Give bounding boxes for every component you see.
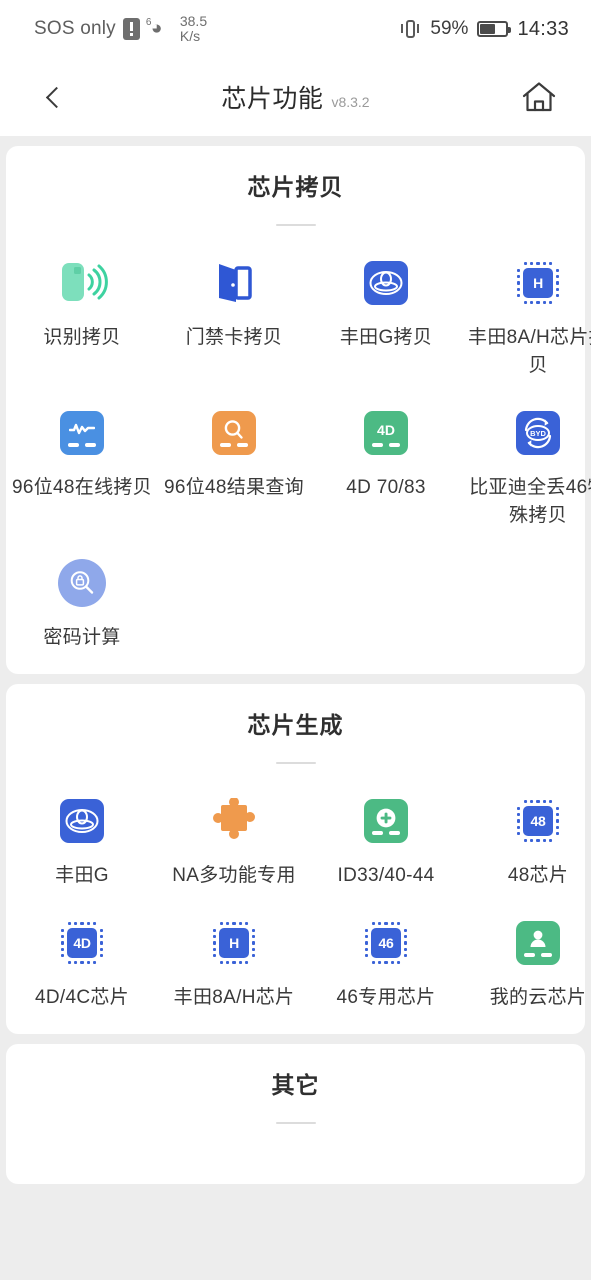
- chip-label: 48: [523, 806, 553, 836]
- toyota-logo-icon: [55, 794, 109, 848]
- grid-item-label: 4D 70/83: [346, 477, 426, 498]
- plus-card-icon: [359, 794, 413, 848]
- section-grid: 识别拷贝 门禁卡拷贝 丰田G拷贝 H 丰田8A/H芯片 贝 96位48在线拷贝 …: [6, 226, 591, 674]
- grid-item-label: 96位48在线拷贝: [12, 477, 152, 498]
- back-button[interactable]: [34, 77, 74, 117]
- section-card-chip-generate: 芯片生成 丰田G NA多功能专用 ID33/40-44 48 48芯片 4D 4…: [6, 684, 586, 1034]
- chip-label: H: [523, 268, 553, 298]
- carrier-label: SOS only: [34, 18, 116, 39]
- warning-icon: [122, 18, 140, 40]
- grid-item-label: 丰田G拷贝: [339, 327, 433, 348]
- puzzle-piece-icon: [207, 794, 261, 848]
- chevron-left-icon: [45, 86, 68, 108]
- lock-magnifier-icon: [55, 556, 109, 610]
- grid-item-label: ID33/40-44: [337, 865, 435, 886]
- status-bar-left: SOS only 6 ◕ 38.5 K/s: [34, 14, 207, 44]
- home-icon: [522, 82, 556, 112]
- key-fob-signal-icon: [55, 256, 109, 310]
- grid-item-label: 丰田G: [55, 865, 109, 886]
- grid-item-label: 46专用芯片: [336, 987, 436, 1008]
- open-door-icon: [207, 256, 261, 310]
- grid-item-na-multifunction[interactable]: NA多功能专用: [158, 782, 310, 890]
- grid-item-label: 48芯片: [507, 865, 569, 886]
- grid-item-id33-40-44[interactable]: ID33/40-44: [310, 782, 462, 890]
- grid-item-my-cloud-chip[interactable]: 我的云芯片: [462, 904, 591, 1012]
- byd-logo-icon: BYD: [511, 406, 565, 460]
- status-bar: SOS only 6 ◕ 38.5 K/s 59% 14:33: [0, 0, 591, 58]
- chip-46-icon: 46: [359, 916, 413, 970]
- battery-icon: [477, 21, 512, 37]
- chip-label: 4D: [67, 928, 97, 958]
- grid-item-identify-copy[interactable]: 识别拷贝: [6, 244, 158, 380]
- vibrate-wave-right: [417, 24, 420, 33]
- section-card-chip-copy: 芯片拷贝 识别拷贝 门禁卡拷贝 丰田G拷贝 H 丰田8A/H芯片 贝 96位48…: [6, 146, 591, 674]
- page-title: 芯片功能: [221, 85, 324, 113]
- chip-h-icon: H: [207, 916, 261, 970]
- grid-item-label: 我的云芯片: [489, 987, 587, 1008]
- grid-item-4d-4c-chip[interactable]: 4D 4D/4C芯片: [6, 904, 158, 1012]
- wifi-glyph: ◕: [150, 18, 163, 39]
- vibrate-wave-left: [401, 24, 404, 33]
- chip-label: 46: [371, 928, 401, 958]
- toyota-logo-icon: [359, 256, 413, 310]
- home-button[interactable]: [517, 75, 561, 119]
- grid-item-label: 丰田8A/H芯片拷贝: [468, 327, 591, 376]
- cloud-chip-person-icon: [511, 916, 565, 970]
- app-header: 芯片功能 v8.3.2: [0, 58, 591, 136]
- battery-percent-label: 59%: [430, 18, 469, 39]
- grid-item-toyota-g[interactable]: 丰田G: [6, 782, 158, 890]
- app-screen: SOS only 6 ◕ 38.5 K/s 59% 14:33 芯片功能 v8.…: [0, 0, 591, 1280]
- section-title: 芯片拷贝: [247, 174, 344, 200]
- chip-label: H: [219, 928, 249, 958]
- chip-h-icon: H: [511, 256, 565, 310]
- chip-48-icon: 48: [511, 794, 565, 848]
- section-title: 其它: [271, 1072, 320, 1098]
- grid-item-toyota-8ah-chip[interactable]: H 丰田8A/H芯片: [158, 904, 310, 1012]
- grid-item-label: 4D/4C芯片: [35, 987, 129, 1008]
- vibrate-icon: [399, 18, 421, 40]
- status-bar-right: 59% 14:33: [399, 18, 569, 41]
- network-speed-value: 38.5: [179, 13, 208, 29]
- grid-item-96bit48-online-copy[interactable]: 96位48在线拷贝: [6, 394, 158, 530]
- grid-item-label: 96位48结果查询: [164, 477, 304, 498]
- section-card-others: 其它: [6, 1044, 585, 1184]
- section-title: 芯片生成: [247, 712, 344, 738]
- network-speed: 38.5 K/s: [180, 14, 207, 44]
- grid-item-label: 识别拷贝: [43, 327, 121, 348]
- battery-fill: [480, 24, 496, 34]
- card-badge-label: 4D: [377, 421, 395, 438]
- 4d-card-icon: 4D: [359, 406, 413, 460]
- grid-item-label: NA多功能专用: [172, 865, 296, 886]
- grid-item-4d-70-83[interactable]: 4D 4D 70/83: [310, 394, 462, 530]
- grid-item-toyota-g-copy[interactable]: 丰田8A/H芯片拷贝 丰田G拷贝: [310, 244, 462, 380]
- grid-item-96bit48-result-query[interactable]: 96位48结果查询: [158, 394, 310, 530]
- grid-item-label: 比亚迪全丢46特殊拷贝: [469, 477, 591, 526]
- chip-4d-icon: 4D: [55, 916, 109, 970]
- grid-item-toyota-8ah-chip-copy[interactable]: H 丰田8A/H芯片拷贝: [462, 244, 591, 380]
- section-grid: 丰田G NA多功能专用 ID33/40-44 48 48芯片 4D 4D/4C芯…: [6, 764, 586, 1034]
- waveform-card-icon: [55, 406, 109, 460]
- grid-item-password-calculation[interactable]: 密码计算: [6, 544, 158, 652]
- grid-item-46-dedicated-chip[interactable]: 46 46专用芯片: [310, 904, 462, 1012]
- svg-text:BYD: BYD: [530, 429, 546, 438]
- page-content[interactable]: 芯片拷贝 识别拷贝 门禁卡拷贝 丰田G拷贝 H 丰田8A/H芯片 贝 96位48…: [0, 136, 591, 1280]
- grid-item-label: 密码计算: [43, 627, 121, 648]
- network-speed-unit: K/s: [179, 28, 201, 44]
- magnifier-card-icon: [207, 406, 261, 460]
- grid-item-label: 丰田8A/H芯片: [173, 987, 295, 1008]
- clock-label: 14:33: [517, 17, 569, 40]
- wifi-icon: 6 ◕: [146, 17, 173, 40]
- vibrate-body: [406, 20, 416, 38]
- header-title-group: 芯片功能 v8.3.2: [221, 79, 369, 115]
- grid-item-48-chip[interactable]: 48 48芯片: [462, 782, 591, 890]
- version-label: v8.3.2: [331, 94, 370, 110]
- grid-item-access-card-copy[interactable]: 门禁卡拷贝: [158, 244, 310, 380]
- grid-item-label: 门禁卡拷贝: [185, 327, 283, 348]
- grid-item-byd-special-copy[interactable]: BYD 比亚迪全丢46特殊拷贝: [462, 394, 591, 530]
